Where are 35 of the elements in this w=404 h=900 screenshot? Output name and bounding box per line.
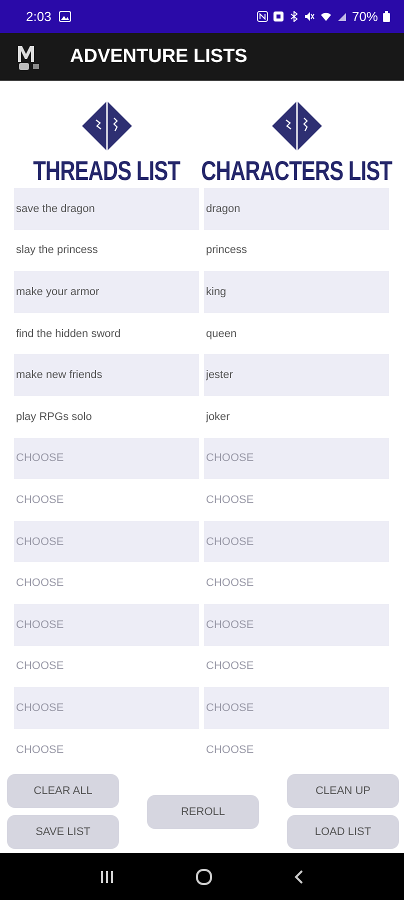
entry-field[interactable]: make your armor: [14, 271, 199, 313]
image-icon: [59, 11, 72, 22]
action-button[interactable]: CLEAN UP: [287, 774, 399, 808]
battery-percent: 70%: [352, 9, 378, 24]
signal-icon: [336, 11, 347, 22]
clock-time: 2:03: [26, 9, 52, 24]
home-icon[interactable]: [194, 868, 213, 886]
entry-field[interactable]: king: [204, 271, 389, 313]
entry-field[interactable]: dragon: [204, 188, 389, 230]
entry-field[interactable]: make new friends: [14, 354, 199, 396]
list-title: THREADS LIST: [33, 156, 180, 188]
entry-field[interactable]: CHOOSE: [14, 438, 199, 480]
entry-field[interactable]: CHOOSE: [14, 520, 199, 562]
nfc-icon: [256, 11, 268, 22]
recent-apps-icon[interactable]: [100, 870, 114, 884]
action-button[interactable]: CLEAR ALL: [7, 774, 119, 808]
entry-field[interactable]: jester: [204, 354, 389, 396]
list-title: CHARACTERS LIST: [201, 156, 392, 188]
app-title: ADVENTURE LISTS: [70, 46, 248, 68]
entry-field[interactable]: CHOOSE: [14, 687, 199, 729]
mute-icon: [304, 11, 315, 22]
entry-field[interactable]: CHOOSE: [204, 438, 389, 480]
action-button[interactable]: LOAD LIST: [287, 815, 399, 850]
wifi-icon: [320, 11, 332, 22]
entry-field[interactable]: save the dragon: [14, 188, 199, 230]
battery-icon: [383, 11, 390, 22]
back-icon[interactable]: [294, 868, 304, 884]
entry-field[interactable]: CHOOSE: [204, 687, 389, 729]
square-icon: [272, 11, 284, 22]
entry-field[interactable]: CHOOSE: [204, 604, 389, 646]
bluetooth-icon: [288, 11, 299, 22]
reroll-button[interactable]: REROLL: [147, 794, 259, 829]
entry-field[interactable]: CHOOSE: [14, 604, 199, 646]
action-button[interactable]: SAVE LIST: [7, 815, 119, 850]
entry-field[interactable]: CHOOSE: [204, 520, 389, 562]
